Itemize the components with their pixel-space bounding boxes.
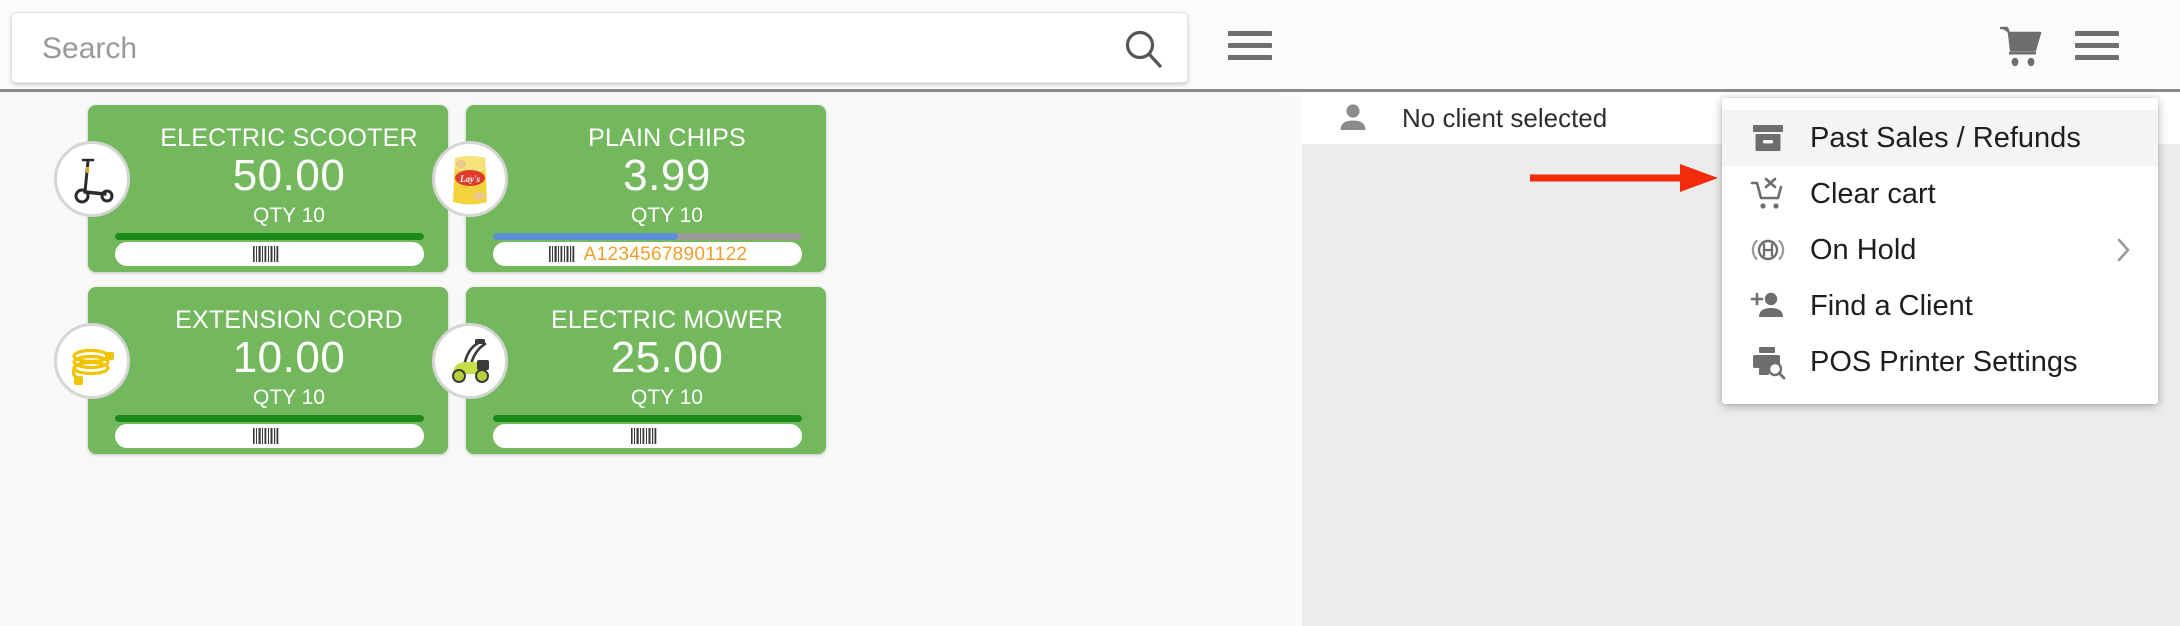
barcode-field[interactable] <box>115 424 424 448</box>
stock-bar-fill <box>493 415 802 422</box>
menu-item-label: Past Sales / Refunds <box>1810 121 2081 154</box>
lays-chips-thumbnail: Lay's <box>432 141 508 217</box>
stock-bar <box>115 233 424 240</box>
stock-bar <box>115 415 424 422</box>
stock-bar <box>493 415 802 422</box>
menu-item-on-hold[interactable]: On Hold <box>1722 222 2158 278</box>
barcode-field[interactable] <box>493 424 802 448</box>
products-pane: ELECTRIC SCOOTER 50.00 QTY 10 PLAIN CHIP… <box>0 92 1280 626</box>
product-name: ELECTRIC SCOOTER <box>160 124 418 152</box>
client-label: No client selected <box>1402 102 1608 133</box>
product-name: EXTENSION CORD <box>175 306 403 334</box>
product-name: PLAIN CHIPS <box>588 124 746 152</box>
cart-remove-icon <box>1748 174 1788 214</box>
electric-scooter-thumbnail <box>54 141 130 217</box>
search-input[interactable] <box>40 13 1084 84</box>
archive-box-icon <box>1748 118 1788 158</box>
person-add-icon <box>1748 286 1788 326</box>
product-price: 25.00 <box>610 333 724 382</box>
hamburger-bar <box>1228 31 1272 36</box>
product-qty: QTY 10 <box>631 204 703 227</box>
menu-item-past-sales-refunds[interactable]: Past Sales / Refunds <box>1722 110 2158 166</box>
product-qty: QTY 10 <box>253 386 325 409</box>
menu-item-label: On Hold <box>1810 233 1917 266</box>
barcode-field[interactable]: A12345678901122 <box>493 242 802 266</box>
product-qty: QTY 10 <box>631 386 703 409</box>
product-card[interactable]: ELECTRIC SCOOTER 50.00 QTY 10 <box>54 105 448 272</box>
product-qty: QTY 10 <box>253 204 325 227</box>
search-icon[interactable] <box>1123 28 1165 70</box>
person-icon <box>1336 101 1370 135</box>
stock-bar-fill <box>115 233 424 240</box>
barcode-icon <box>548 246 576 262</box>
stock-bar <box>493 233 802 240</box>
product-card[interactable]: EXTENSION CORD 10.00 QTY 10 <box>54 287 448 454</box>
menu-item-label: Clear cart <box>1810 177 1936 210</box>
stock-bar-fill <box>493 233 679 240</box>
hamburger-bar <box>2075 31 2119 36</box>
search-box[interactable] <box>11 12 1188 84</box>
hamburger-bar <box>2075 55 2119 60</box>
hamburger-bar <box>1228 43 1272 48</box>
barcode-field[interactable] <box>115 242 424 266</box>
product-grid: ELECTRIC SCOOTER 50.00 QTY 10 PLAIN CHIP… <box>54 105 1198 454</box>
pos-app-window: ELECTRIC SCOOTER 50.00 QTY 10 <box>0 0 2180 626</box>
stock-bar-fill <box>115 415 424 422</box>
product-name: ELECTRIC MOWER <box>551 306 783 334</box>
printer-search-icon <box>1748 342 1788 382</box>
extension-cord-thumbnail <box>54 323 130 399</box>
product-card[interactable]: ELECTRIC MOWER 25.00 QTY 10 <box>432 287 826 454</box>
svg-text:Lay's: Lay's <box>459 174 480 184</box>
product-price: 3.99 <box>623 151 711 200</box>
chevron-right-icon <box>2114 235 2134 265</box>
menu-item-find-a-client[interactable]: Find a Client <box>1722 278 2158 334</box>
barcode-icon <box>252 246 280 262</box>
shopping-cart-icon[interactable] <box>1997 24 2045 68</box>
on-hold-icon <box>1748 230 1788 270</box>
pane-divider <box>1280 92 1302 626</box>
menu-item-pos-printer-settings[interactable]: POS Printer Settings <box>1722 334 2158 390</box>
hamburger-bar <box>1228 55 1272 60</box>
barcode-icon <box>630 428 658 444</box>
barcode-value: A12345678901122 <box>583 243 748 265</box>
electric-mower-thumbnail <box>432 323 508 399</box>
hamburger-bar <box>2075 43 2119 48</box>
hamburger-menu-icon-left[interactable] <box>1228 31 1272 61</box>
hamburger-menu-icon-right[interactable] <box>2075 31 2119 61</box>
overflow-dropdown-menu: Past Sales / Refunds Clear cart On Hold … <box>1722 98 2158 404</box>
product-price: 10.00 <box>232 333 346 382</box>
menu-item-label: POS Printer Settings <box>1810 345 2078 378</box>
menu-item-clear-cart[interactable]: Clear cart <box>1722 166 2158 222</box>
top-bar <box>0 0 2180 92</box>
barcode-icon <box>252 428 280 444</box>
product-card[interactable]: PLAIN CHIPS 3.99 QTY 10 Lay's A123456789… <box>432 105 826 272</box>
menu-item-label: Find a Client <box>1810 289 1973 322</box>
product-price: 50.00 <box>232 151 346 200</box>
